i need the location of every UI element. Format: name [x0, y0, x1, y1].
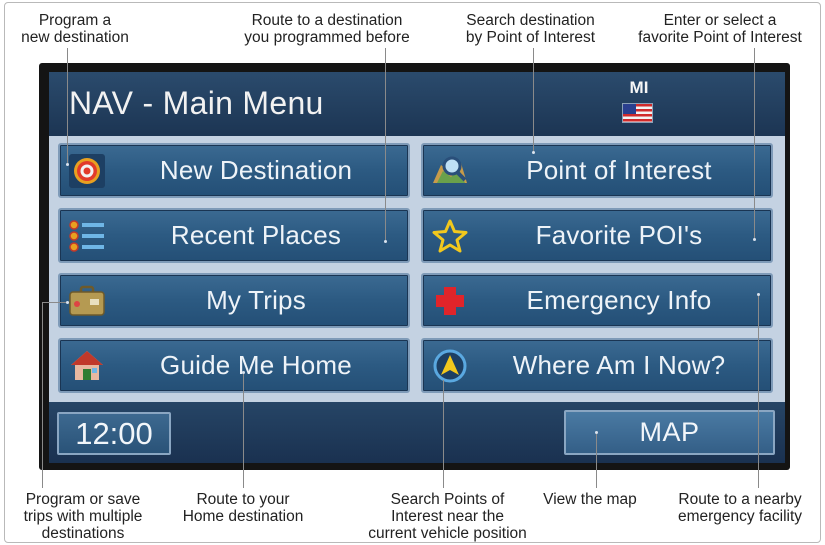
emergency-info-button[interactable]: Emergency Info: [421, 273, 773, 328]
my-trips-button[interactable]: My Trips: [58, 273, 410, 328]
recent-places-label: Recent Places: [170, 220, 342, 250]
leader-dot: [66, 301, 69, 304]
state-indicator: MI: [629, 78, 649, 97]
my-trips-label: My Trips: [206, 285, 306, 315]
leader-program-trips: [42, 302, 43, 488]
list-icon: [69, 220, 104, 252]
annotation-route-home: Route to your Home destination: [182, 491, 304, 525]
where-am-i-now-button[interactable]: Where Am I Now?: [421, 338, 773, 393]
leader-route-home: [243, 372, 244, 488]
leader-program-trips-h: [42, 302, 68, 303]
location-arrow-icon: [433, 349, 467, 383]
emergency-info-label: Emergency Info: [526, 285, 712, 315]
leader-dot: [242, 371, 245, 374]
map-magnifier-icon: [433, 156, 467, 183]
leader-route-emergency: [758, 294, 759, 488]
page-title: NAV - Main Menu: [69, 85, 324, 121]
annotation-view-map: View the map: [543, 491, 637, 508]
leader-view-map: [596, 432, 597, 488]
annotation-favorite-poi: Enter or select a favorite Point of Inte…: [638, 12, 802, 46]
point-of-interest-label: Point of Interest: [526, 155, 712, 185]
leader-favorite-poi: [754, 48, 755, 239]
annotation-route-before: Route to a destination you programmed be…: [244, 12, 410, 46]
annotation-route-emergency: Route to a nearby emergency facility: [677, 491, 803, 525]
suitcase-icon: [69, 285, 105, 316]
favorite-pois-label: Favorite POI's: [535, 220, 703, 250]
leader-dot: [757, 293, 760, 296]
recent-places-button[interactable]: Recent Places: [58, 208, 410, 263]
house-icon: [71, 351, 103, 380]
leader-search-near: [443, 380, 444, 488]
nav-display: NAV - Main Menu MI New Destination Point…: [49, 72, 785, 463]
new-destination-label: New Destination: [159, 155, 353, 185]
target-icon: [69, 154, 105, 188]
red-cross-icon: [436, 287, 464, 315]
leader-dot: [532, 151, 535, 154]
leader-dot: [753, 238, 756, 241]
leader-route-before: [385, 48, 386, 241]
leader-search-poi: [533, 48, 534, 152]
annotation-search-near: Search Points of Interest near the curre…: [368, 491, 527, 542]
leader-dot: [595, 431, 598, 434]
title-bar: NAV - Main Menu MI: [49, 72, 785, 136]
leader-program-new: [67, 48, 68, 164]
annotation-program-trips: Program or save trips with multiple dest…: [23, 491, 143, 542]
leader-dot: [66, 163, 69, 166]
annotation-program-new: Program a new destination: [21, 12, 129, 46]
guide-me-home-label: Guide Me Home: [160, 350, 352, 380]
us-flag-icon: [622, 103, 653, 123]
menu-grid: New Destination Point of Interest Recent…: [49, 136, 785, 402]
annotation-search-poi: Search destination by Point of Interest: [465, 12, 596, 46]
star-icon: [432, 219, 468, 253]
clock-display[interactable]: 12:00: [57, 412, 171, 455]
point-of-interest-button[interactable]: Point of Interest: [421, 143, 773, 198]
guide-me-home-button[interactable]: Guide Me Home: [58, 338, 410, 393]
new-destination-button[interactable]: New Destination: [58, 143, 410, 198]
leader-dot: [384, 240, 387, 243]
favorite-pois-button[interactable]: Favorite POI's: [421, 208, 773, 263]
bottom-bar: 12:00 MAP: [49, 402, 785, 463]
where-am-i-now-label: Where Am I Now?: [512, 350, 726, 380]
